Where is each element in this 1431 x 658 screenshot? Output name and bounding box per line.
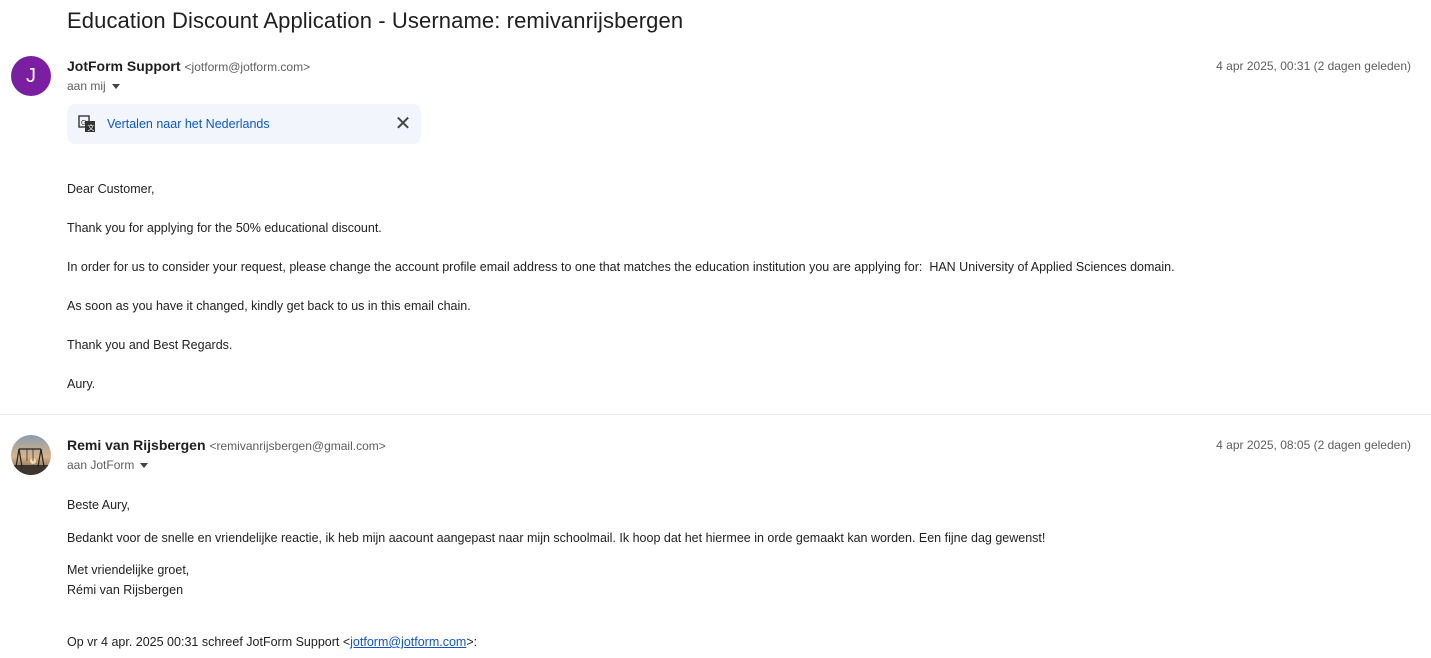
quoted-email-link[interactable]: jotform@jotform.com [350,635,466,649]
translate-icon: G 文 [78,115,95,132]
profile-photo-icon [11,435,51,475]
sender-name[interactable]: Remi van Rijsbergen [67,437,206,453]
body-paragraph: As soon as you have it changed, kindly g… [67,299,471,313]
quoted-header-prefix: Op vr 4 apr. 2025 00:31 schreef JotForm … [67,635,351,649]
svg-text:文: 文 [88,123,95,132]
body-paragraph: Aury. [67,377,96,391]
body-paragraph: Thank you for applying for the 50% educa… [67,221,382,235]
quoted-header-suffix: >: [466,635,478,649]
body-paragraph: Dear Customer, [67,182,155,196]
close-icon[interactable]: ✕ [393,114,413,134]
message-divider [0,414,1431,415]
translate-bar: G 文 Vertalen naar het Nederlands ✕ [67,104,421,144]
chevron-down-icon[interactable] [140,462,149,468]
translate-link[interactable]: Vertalen naar het Nederlands [107,117,270,131]
recipient-details-toggle[interactable]: aan JotForm [67,458,149,472]
recipient-label: aan JotForm [67,458,135,472]
body-paragraph: In order for us to consider your request… [67,260,1175,274]
sender-info: JotForm Support <jotform@jotform.com> [67,58,310,74]
sender-email: <remivanrijsbergen@gmail.com> [209,439,386,453]
recipient-details-toggle[interactable]: aan mij [67,79,120,93]
avatar[interactable] [11,435,51,475]
email-subject: Education Discount Application - Usernam… [67,8,684,33]
sender-name[interactable]: JotForm Support [67,58,181,74]
message-date: 4 apr 2025, 08:05 (2 dagen geleden) [1216,438,1411,452]
body-paragraph: Bedankt voor de snelle en vriendelijke r… [67,531,1046,545]
recipient-label: aan mij [67,79,106,93]
svg-text:G: G [81,120,86,127]
sender-avatar[interactable]: J [11,56,51,96]
body-paragraph: Rémi van Rijsbergen [67,583,184,597]
body-paragraph: Beste Aury, [67,498,130,512]
quoted-header: Op vr 4 apr. 2025 00:31 schreef JotForm … [67,635,477,649]
message-date: 4 apr 2025, 00:31 (2 dagen geleden) [1216,59,1411,73]
body-paragraph: Thank you and Best Regards. [67,338,233,352]
chevron-down-icon[interactable] [111,83,120,89]
sender-email: <jotform@jotform.com> [184,60,311,74]
avatar-letter: J [26,64,36,87]
body-paragraph: Met vriendelijke groet, [67,563,190,577]
sender-info: Remi van Rijsbergen <remivanrijsbergen@gm… [67,437,386,453]
